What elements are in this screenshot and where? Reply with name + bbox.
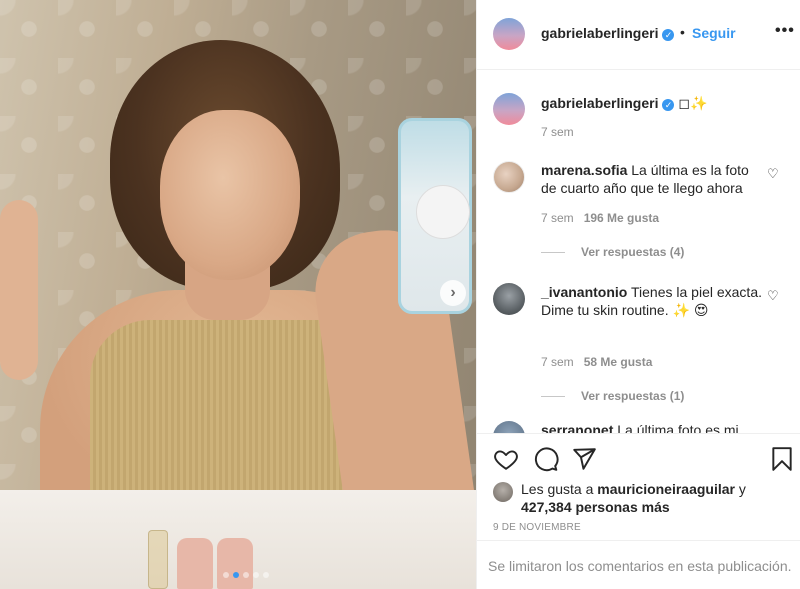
caption-author-username[interactable]: gabrielaberlingeri [541, 95, 658, 111]
comments-limited-notice: Se limitaron los comentarios en esta pub… [477, 540, 800, 589]
caption-text: ◻✨ [678, 95, 708, 111]
comment-timestamp[interactable]: 7 sem [541, 211, 574, 225]
comment-body: La última foto es mi [617, 422, 739, 433]
author-avatar[interactable] [493, 18, 525, 50]
photo-jar [217, 538, 253, 589]
commenter-username[interactable]: serranonet [541, 422, 613, 433]
photo-face [160, 110, 300, 280]
save-bookmark-icon[interactable] [769, 446, 795, 472]
verified-badge-icon: ✓ [662, 29, 675, 41]
view-replies-button[interactable]: Ver respuestas (4) [541, 245, 684, 259]
commenter-username[interactable]: _ivanantonio [541, 284, 627, 300]
carousel-dot [223, 572, 229, 578]
caption-author-avatar[interactable] [493, 93, 525, 125]
header-separator: • [680, 24, 685, 40]
commenter-avatar[interactable] [493, 161, 525, 193]
photo-phone-grip [416, 185, 470, 239]
liked-by-text: Les gusta a mauricioneiraaguilar y 427,3… [521, 480, 800, 516]
comment-heart-icon[interactable]: ♡ [767, 167, 781, 181]
photo-jar [177, 538, 213, 589]
author-username[interactable]: gabrielaberlingeri ✓ [541, 25, 675, 41]
liked-by-user[interactable]: mauricioneiraaguilar [597, 481, 735, 497]
verified-badge-icon: ✓ [662, 99, 675, 111]
comment-likes[interactable]: 58 Me gusta [584, 355, 653, 369]
comment-meta: 7 sem 196 Me gusta [541, 211, 659, 225]
comment-text: _ivanantonio Tienes la piel exacta. Dime… [541, 283, 763, 319]
follow-button[interactable]: Seguir [692, 25, 736, 41]
caption-author[interactable]: gabrielaberlingeri ✓ ◻✨ [541, 95, 707, 112]
author-username-text[interactable]: gabrielaberlingeri [541, 25, 658, 41]
comment-text: serranonet La última foto es mi [541, 421, 763, 433]
comment-meta: 7 sem 58 Me gusta [541, 355, 652, 369]
liked-by-others[interactable]: 427,384 personas más [521, 499, 670, 515]
comment-likes[interactable]: 196 Me gusta [584, 211, 659, 225]
like-heart-icon[interactable] [493, 446, 519, 472]
view-replies-label[interactable]: Ver respuestas (1) [581, 389, 684, 403]
commenter-avatar[interactable] [493, 283, 525, 315]
liked-by-and: y [738, 481, 746, 497]
more-options-icon[interactable]: ••• [775, 22, 795, 40]
carousel-dot [263, 572, 269, 578]
comment-timestamp[interactable]: 7 sem [541, 355, 574, 369]
share-paper-plane-icon[interactable] [571, 446, 597, 472]
photo-left-hand [0, 200, 38, 380]
comment-text: marena.sofia La última es la foto de cua… [541, 161, 763, 197]
liked-by-avatar[interactable] [493, 482, 513, 502]
liked-by-prefix: Les gusta a [521, 481, 594, 497]
commenter-avatar[interactable] [493, 421, 525, 433]
view-replies-button[interactable]: Ver respuestas (1) [541, 389, 684, 403]
comments-list[interactable]: gabrielaberlingeri ✓ ◻✨ 7 sem marena.sofi… [477, 71, 800, 433]
post-date[interactable]: 9 DE NOVIEMBRE [493, 522, 581, 533]
replies-divider [541, 395, 565, 397]
post-header: gabrielaberlingeri ✓ • Seguir ••• [477, 0, 800, 70]
post-photo[interactable]: › [0, 0, 476, 589]
photo-bottle [148, 530, 168, 589]
view-replies-label[interactable]: Ver respuestas (4) [581, 245, 684, 259]
comment-heart-icon[interactable]: ♡ [767, 289, 781, 303]
carousel-next-button[interactable]: › [440, 280, 466, 306]
carousel-dot [243, 572, 249, 578]
carousel-dot [253, 572, 259, 578]
carousel-dot-active [233, 572, 239, 578]
caption-timestamp[interactable]: 7 sem [541, 125, 574, 139]
post-side-panel: gabrielaberlingeri ✓ • Seguir ••• gabriel… [476, 0, 800, 589]
comment-bubble-icon[interactable] [533, 446, 559, 472]
commenter-username[interactable]: marena.sofia [541, 162, 627, 178]
replies-divider [541, 251, 565, 253]
post-actions: Les gusta a mauricioneiraaguilar y 427,3… [477, 433, 800, 589]
carousel-dots [223, 572, 269, 578]
